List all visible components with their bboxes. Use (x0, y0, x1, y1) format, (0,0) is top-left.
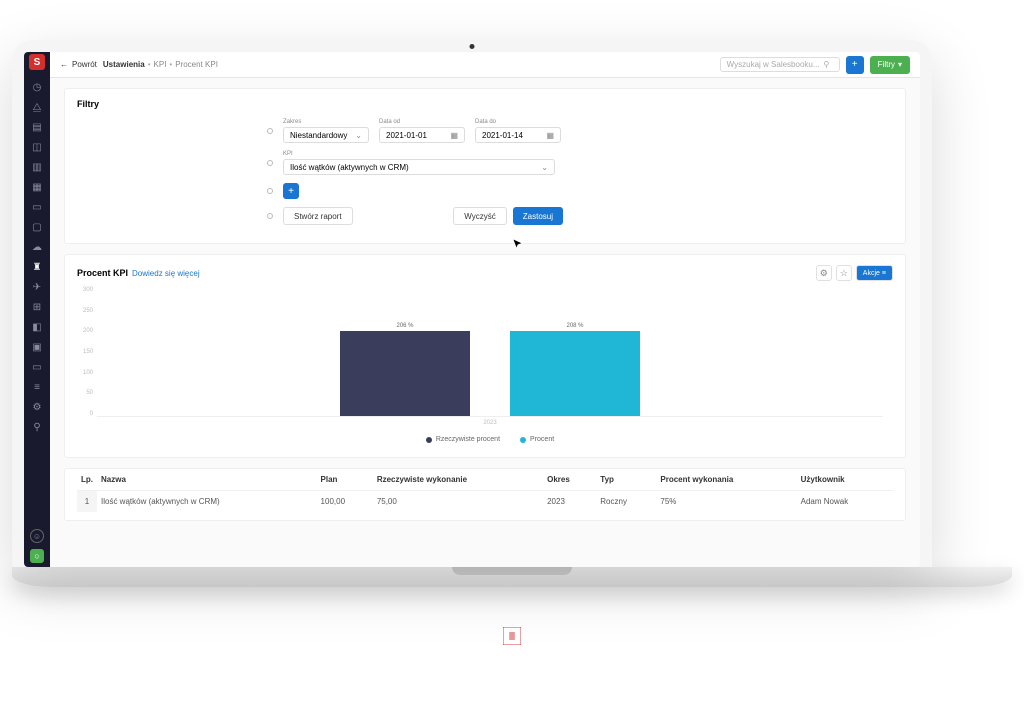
chart-title: Procent KPI (77, 268, 128, 278)
menu-icon: ≡ (882, 270, 886, 277)
doc-icon[interactable]: ▥ (30, 160, 44, 174)
filters-panel: Filtry Zakres Niestandardowy ⌄ (64, 88, 906, 244)
bullet-icon (267, 188, 273, 194)
bar2-label: 208 % (566, 323, 583, 329)
search-placeholder: Wyszukaj w Salesbooku... (727, 60, 820, 69)
sidebar: S ◷ ⧋ ▤ ◫ ▥ ▦ ▭ ▢ ☁ ♜ ✈ ⊞ ◧ ▣ ▭ ≡ ⚙ ⚲ ☺ … (24, 52, 50, 567)
th-user: Użytkownik (797, 469, 893, 491)
app-logo[interactable]: S (29, 54, 45, 70)
building-icon[interactable]: ▤ (30, 120, 44, 134)
chart-panel: Procent KPI Dowiedz się więcej ⚙ ☆ Akcje… (64, 254, 906, 458)
image-icon[interactable]: ▣ (30, 340, 44, 354)
search-icon[interactable]: ⚲ (30, 420, 44, 434)
learn-more-link[interactable]: Dowiedz się więcej (132, 269, 200, 278)
filters-title: Filtry (77, 99, 893, 109)
kpi-table: Lp. Nazwa Plan Rzeczywiste wykonanie Okr… (77, 469, 893, 512)
date-to-input[interactable]: 2021-01-14 ▦ (475, 127, 561, 143)
clock-icon[interactable]: ◷ (30, 80, 44, 94)
table-panel: Lp. Nazwa Plan Rzeczywiste wykonanie Okr… (64, 468, 906, 521)
range-label: Zakres (283, 119, 369, 125)
star-icon[interactable]: ☆ (836, 265, 852, 281)
crumb-settings[interactable]: Ustawienia (103, 60, 145, 69)
desktop-icon[interactable]: ▭ (30, 360, 44, 374)
actions-button[interactable]: Akcje ≡ (856, 265, 893, 281)
bullet-icon (267, 213, 273, 219)
crumb-percent: Procent KPI (175, 60, 218, 69)
th-lp: Lp. (77, 469, 97, 491)
table-row[interactable]: 1 Ilość wątków (aktywnych w CRM) 100,00 … (77, 491, 893, 513)
folder-icon[interactable]: ▢ (30, 220, 44, 234)
list-icon[interactable]: ≡ (30, 380, 44, 394)
crumb-kpi[interactable]: KPI (154, 60, 167, 69)
clear-button[interactable]: Wyczyść (453, 207, 506, 225)
bar-actual (340, 331, 470, 416)
legend: Rzeczywiste procent Procent (97, 436, 883, 443)
search-input[interactable]: Wyszukaj w Salesbooku... ⚲ (720, 57, 840, 72)
th-name: Nazwa (97, 469, 317, 491)
add-button[interactable]: + (846, 56, 864, 74)
th-period: Okres (543, 469, 596, 491)
arrow-left-icon: ← (60, 60, 68, 69)
filters-button[interactable]: Filtry ▾ (870, 56, 910, 74)
back-button[interactable]: ← Powrót (60, 60, 97, 69)
help-icon[interactable]: ○ (30, 549, 44, 563)
date-from-input[interactable]: 2021-01-01 ▦ (379, 127, 465, 143)
create-report-button[interactable]: Stwórz raport (283, 207, 353, 225)
svg-text:≣: ≣ (508, 632, 516, 642)
avatar[interactable]: ☺ (30, 529, 44, 543)
th-actual: Rzeczywiste wykonanie (373, 469, 543, 491)
date-to-label: Data do (475, 119, 561, 125)
search-icon: ⚲ (824, 60, 830, 69)
bar1-label: 206 % (396, 323, 413, 329)
gear-icon[interactable]: ⚙ (30, 400, 44, 414)
send-icon[interactable]: ✈ (30, 280, 44, 294)
x-axis-label: 2023 (97, 420, 883, 426)
bullet-icon (267, 128, 273, 134)
chevron-down-icon: ▾ (898, 60, 902, 69)
db-icon[interactable]: ⊞ (30, 300, 44, 314)
calendar-icon: ▦ (546, 131, 554, 140)
chart-icon[interactable]: ⧋ (30, 100, 44, 114)
calendar-icon: ▦ (450, 131, 458, 140)
layers-icon[interactable]: ◧ (30, 320, 44, 334)
kpi-label: KPI (283, 151, 555, 157)
calendar-icon[interactable]: ▦ (30, 180, 44, 194)
add-filter-button[interactable]: + (283, 183, 299, 199)
th-type: Typ (596, 469, 656, 491)
chevron-down-icon: ⌄ (541, 163, 548, 172)
brand-badge: ≣ (503, 627, 521, 645)
back-label: Powrót (72, 60, 97, 69)
users-icon[interactable]: ◫ (30, 140, 44, 154)
th-plan: Plan (317, 469, 373, 491)
cursor-icon (512, 238, 524, 250)
topbar: ← Powrót Ustawienia • KPI • Procent KPI … (50, 52, 920, 78)
y-axis: 300250200150100500 (81, 287, 93, 417)
medal-icon[interactable]: ♜ (30, 260, 44, 274)
cloud-icon[interactable]: ☁ (30, 240, 44, 254)
th-percent: Procent wykonania (656, 469, 796, 491)
range-select[interactable]: Niestandardowy ⌄ (283, 127, 369, 143)
kpi-select[interactable]: Ilość wątków (aktywnych w CRM) ⌄ (283, 159, 555, 175)
apply-button[interactable]: Zastosuj (513, 207, 563, 225)
gear-icon[interactable]: ⚙ (816, 265, 832, 281)
bullet-icon (267, 160, 273, 166)
breadcrumb: Ustawienia • KPI • Procent KPI (103, 60, 218, 69)
date-from-label: Data od (379, 119, 465, 125)
chart-plot: 206 % 208 % (97, 287, 883, 417)
chevron-down-icon: ⌄ (355, 131, 362, 140)
bar-percent (510, 331, 640, 416)
briefcase-icon[interactable]: ▭ (30, 200, 44, 214)
